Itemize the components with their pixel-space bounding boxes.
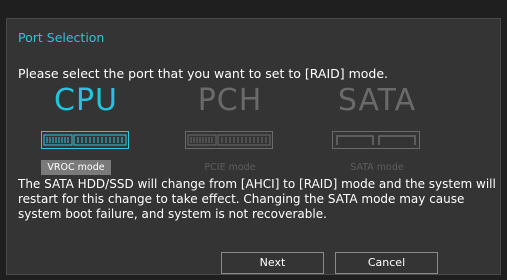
option-pch[interactable]: PCH PCIE mode — [175, 81, 285, 173]
option-pch-mode: PCIE mode — [204, 162, 256, 173]
option-cpu[interactable]: CPU VROC mode — [31, 81, 141, 175]
option-sata-mode: SATA mode — [350, 162, 404, 173]
option-cpu-title: CPU — [54, 83, 118, 118]
warning-text: The SATA HDD/SSD will change from [AHCI]… — [18, 177, 496, 221]
m2-slot-icon — [41, 131, 129, 149]
cancel-button[interactable]: Cancel — [335, 252, 438, 274]
dialog-prompt: Please select the port that you want to … — [18, 66, 389, 81]
dialog-title: Port Selection — [18, 30, 105, 45]
option-sata-title: SATA — [337, 83, 417, 118]
sata-port-icon — [332, 131, 420, 149]
option-cpu-mode: VROC mode — [41, 160, 111, 175]
option-pch-title: PCH — [197, 83, 263, 118]
option-sata[interactable]: SATA SATA mode — [322, 81, 432, 173]
pcie-slot-icon — [185, 131, 273, 149]
port-selection-dialog: Port Selection Please select the port th… — [6, 18, 501, 275]
next-button[interactable]: Next — [221, 252, 324, 274]
